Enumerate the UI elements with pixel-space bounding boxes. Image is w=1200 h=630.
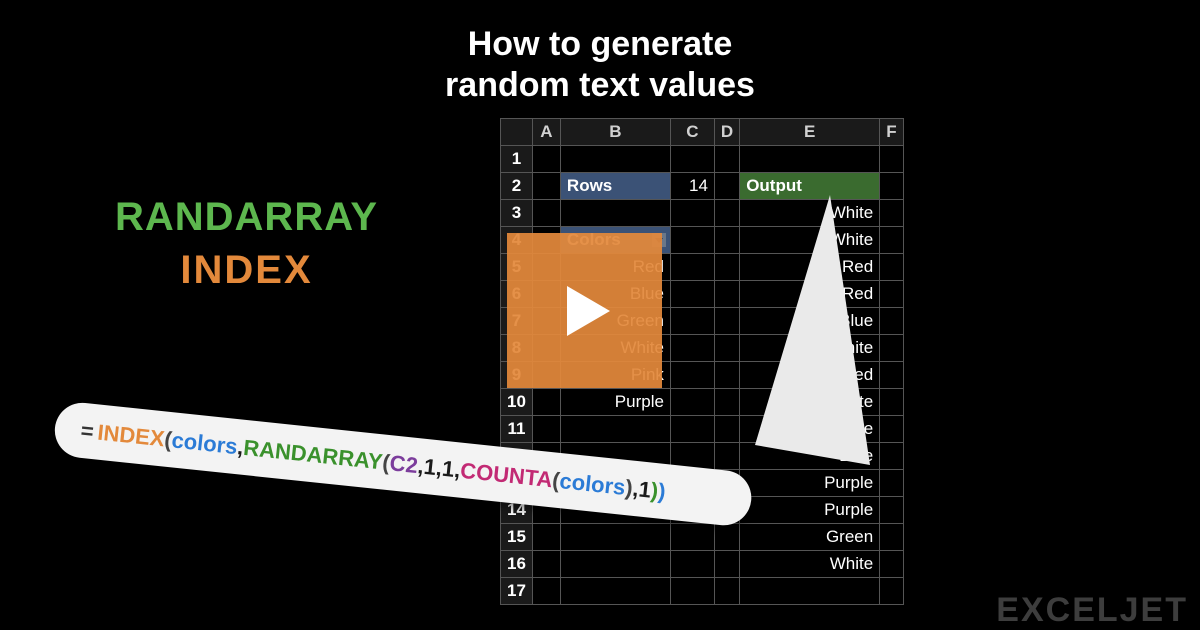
function-randarray-label: RANDARRAY (115, 195, 378, 240)
col-header-b: B (560, 119, 670, 146)
col-header-d: D (714, 119, 739, 146)
output-cell: White (740, 551, 880, 578)
title-line-2: random text values (0, 65, 1200, 106)
row-header: 11 (501, 416, 533, 443)
watermark-logo: EXCELJET (996, 591, 1188, 630)
play-button[interactable] (507, 233, 662, 388)
function-list: RANDARRAY INDEX (115, 195, 378, 293)
formula-ref-c2: C2 (388, 450, 419, 479)
col-header-a: A (532, 119, 560, 146)
col-header-e: E (740, 119, 880, 146)
row-header: 15 (501, 524, 533, 551)
rows-label-cell: Rows (560, 173, 670, 200)
formula-index: INDEX (96, 419, 166, 452)
row-header: 10 (501, 389, 533, 416)
rows-value-cell: 14 (670, 173, 714, 200)
output-cell: Green (740, 524, 880, 551)
color-cell: Purple (560, 389, 670, 416)
play-icon (555, 281, 615, 341)
slide-title: How to generate random text values (0, 24, 1200, 106)
output-cell: Purple (740, 497, 880, 524)
row-header: 3 (501, 200, 533, 227)
row-header: 16 (501, 551, 533, 578)
row-header: 2 (501, 173, 533, 200)
title-line-1: How to generate (0, 24, 1200, 65)
corner-cell (501, 119, 533, 146)
row-header: 1 (501, 146, 533, 173)
function-index-label: INDEX (115, 248, 378, 293)
formula-name-colors: colors (170, 427, 238, 460)
col-header-c: C (670, 119, 714, 146)
callout-pointer-shape (750, 195, 910, 475)
formula-counta: COUNTA (459, 457, 554, 493)
formula-equals: = (79, 417, 95, 444)
col-header-f: F (880, 119, 903, 146)
formula-randarray: RANDARRAY (242, 434, 384, 474)
row-header: 17 (501, 578, 533, 605)
formula-name-colors: colors (558, 468, 626, 501)
paren-close: ) (657, 478, 667, 505)
